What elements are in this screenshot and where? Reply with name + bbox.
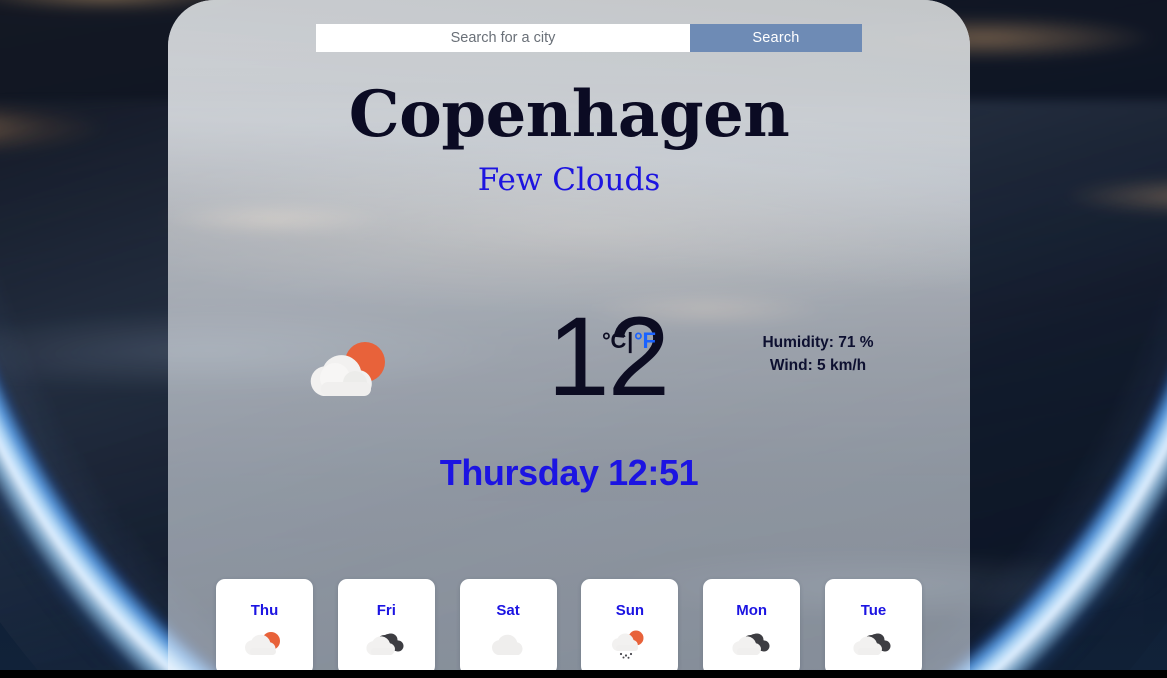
- broken-clouds-icon: [852, 629, 894, 659]
- page-title-city: Copenhagen: [348, 77, 790, 152]
- forecast-card-sat[interactable]: Sat: [459, 579, 557, 670]
- humidity-value: Humidity: 71 %: [762, 334, 874, 351]
- broken-clouds-icon: [731, 629, 773, 659]
- forecast-row: Thu Fri Sat Sun Mon Tue: [216, 579, 922, 670]
- temperature-value: 12: [547, 294, 670, 419]
- forecast-day-label: Sat: [496, 602, 520, 619]
- search-bar: Search: [316, 24, 862, 52]
- search-input[interactable]: [316, 24, 690, 52]
- sun-shower-icon: [609, 629, 651, 659]
- temperature-block: 12: [468, 299, 670, 414]
- forecast-day-label: Fri: [376, 602, 396, 619]
- unit-toggle[interactable]: °C|°F: [602, 328, 656, 354]
- forecast-card-mon[interactable]: Mon: [703, 579, 801, 670]
- sun-behind-cloud-icon: [244, 629, 286, 659]
- forecast-day-label: Thu: [250, 602, 279, 619]
- current-conditions-row: 12 °C|°F Humidity: 71 % Wind: 5 km/h: [168, 299, 970, 430]
- unit-celsius-button[interactable]: °C: [602, 328, 626, 353]
- forecast-card-sun[interactable]: Sun: [581, 579, 679, 670]
- search-button[interactable]: Search: [690, 24, 862, 52]
- panel-content: Search Copenhagen Few Clouds 12: [168, 0, 970, 670]
- forecast-card-fri[interactable]: Fri: [337, 579, 435, 670]
- broken-clouds-icon: [365, 629, 407, 659]
- wind-value: Wind: 5 km/h: [769, 357, 867, 374]
- unit-fahrenheit-button[interactable]: °F: [634, 328, 656, 353]
- sun-behind-cloud-icon: [309, 338, 389, 400]
- forecast-day-label: Sun: [615, 602, 645, 619]
- weather-metrics: Humidity: 71 % Wind: 5 km/h: [688, 331, 948, 377]
- forecast-day-label: Tue: [860, 602, 887, 619]
- forecast-day-label: Mon: [736, 602, 768, 619]
- weather-app: Search Copenhagen Few Clouds 12: [0, 0, 1167, 678]
- cloud-icon: [487, 629, 529, 659]
- unit-separator: |: [627, 328, 633, 353]
- forecast-card-thu[interactable]: Thu: [216, 579, 313, 670]
- weather-panel: Search Copenhagen Few Clouds 12: [168, 0, 970, 670]
- weather-condition-text: Few Clouds: [477, 162, 661, 198]
- forecast-card-tue[interactable]: Tue: [824, 579, 922, 670]
- bottom-bar: [0, 670, 1167, 678]
- datetime-text: Thursday 12:51: [439, 452, 699, 493]
